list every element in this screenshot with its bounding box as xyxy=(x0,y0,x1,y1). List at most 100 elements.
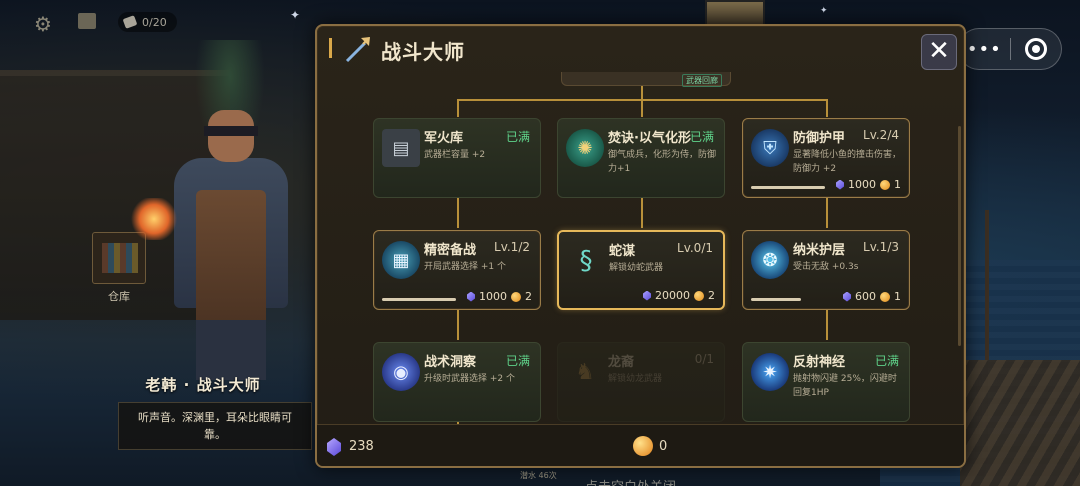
upgrade-cost: 20000 2 xyxy=(643,289,715,302)
gem-balance: 238 xyxy=(349,439,374,454)
dive-count-label: 潜水 46次 xyxy=(520,471,557,480)
npc-blacksmith-figure xyxy=(130,110,330,380)
npc-name: 老韩 · 战斗大师 xyxy=(145,376,261,394)
skill-node-dragon-heir[interactable]: ♞ 龙裔 0/1 解锁幼龙武器 xyxy=(557,342,725,422)
connector-line xyxy=(641,86,643,100)
skill-name: 精密备战 xyxy=(424,243,477,258)
skill-level: Lv.2/4 xyxy=(863,128,899,142)
skill-desc: 抛射物闪避 25%，闪避时回复1HP xyxy=(793,374,897,398)
gem-icon xyxy=(836,179,844,190)
star-icon: ✦ xyxy=(820,6,828,16)
gem-cost: 1000 xyxy=(479,290,507,303)
skill-level: 已满 xyxy=(505,354,530,368)
coin-icon xyxy=(880,179,890,190)
upgrade-cost: 1000 1 xyxy=(836,178,901,191)
gem-cost: 1000 xyxy=(848,178,876,191)
skill-level: 已满 xyxy=(874,354,899,368)
tree-scrollbar[interactable] xyxy=(958,126,961,346)
ticket-counter[interactable]: 0/20 xyxy=(118,12,177,32)
hand-flame-icon xyxy=(130,198,178,240)
skill-node-nano-layer[interactable]: ❂ 纳米护层 Lv.1/3 受击无敌 +0.3s 600 1 xyxy=(742,230,910,310)
miniprogram-capsule: ••• xyxy=(958,28,1062,70)
skill-node-defense-armor[interactable]: ⛨ 防御护甲 Lv.2/4 显著降低小鱼的撞击伤害，防御力 +2 1000 1 xyxy=(742,118,910,198)
more-menu-button[interactable]: ••• xyxy=(959,39,1010,60)
header-accent-bar xyxy=(329,38,332,58)
background-ship-mast xyxy=(985,210,989,360)
dialog-title: 战斗大师 xyxy=(381,40,465,64)
skill-name: 军火库 xyxy=(424,131,464,146)
skill-node-reflex[interactable]: ✷ 反射神经 已满 抛射物闪避 25%，闪避时回复1HP xyxy=(742,342,910,422)
skill-tree[interactable]: 武器回廊 ▤ 军火库 已满 武器栏容量 +2 ✺ 焚诀·以气化形 已满 御气成兵… xyxy=(317,72,964,424)
skill-level: 0/1 xyxy=(694,352,714,366)
skill-name: 蛇谋 xyxy=(609,244,636,259)
skill-level: Lv.1/3 xyxy=(863,240,899,254)
npc-apron xyxy=(196,190,266,330)
skill-desc: 开局武器选择 +1 个 xyxy=(424,262,506,272)
currency-footer: 238 0 xyxy=(317,424,964,466)
coin-cost: 1 xyxy=(894,290,901,303)
close-hint[interactable]: 点击空白处关闭 xyxy=(585,476,676,486)
gem-cost: 20000 xyxy=(655,289,690,302)
skill-desc: 显著降低小鱼的撞击伤害，防御力 +2 xyxy=(793,150,902,174)
skill-name: 反射神经 xyxy=(793,355,846,370)
upgrade-cost: 600 1 xyxy=(843,290,901,303)
skill-progress-bar xyxy=(382,298,456,301)
dragon-icon: ♞ xyxy=(575,359,595,385)
connector-line xyxy=(826,310,828,340)
skill-level: Lv.1/2 xyxy=(494,240,530,254)
skill-desc: 解锁幼蛇武器 xyxy=(609,263,664,273)
coin-icon xyxy=(633,436,653,456)
ticket-icon xyxy=(122,15,138,29)
exit-miniprogram-button[interactable] xyxy=(1010,38,1061,60)
skill-name: 纳米护层 xyxy=(793,243,846,258)
ticket-count: 0/20 xyxy=(142,15,167,29)
skill-name: 焚诀·以气化形 xyxy=(608,131,691,146)
skill-node-tactical-insight[interactable]: ◉ 战术洞察 已满 升级时武器选择 +2 个 xyxy=(373,342,541,422)
target-icon xyxy=(1024,38,1047,60)
skill-level: 已满 xyxy=(689,130,714,144)
npc-legs xyxy=(196,320,266,380)
skill-node-snake-scheme[interactable]: § 蛇谋 Lv.0/1 解锁幼蛇武器 20000 2 xyxy=(557,230,725,310)
skill-tree-dialog: 战斗大师 ✕ 武器回廊 ▤ 军火库 已满 武器栏容量 +2 ✺ 焚诀·以气化形 … xyxy=(315,24,966,468)
settings-gear-icon[interactable]: ⚙ xyxy=(34,12,52,36)
skill-node-armory[interactable]: ▤ 军火库 已满 武器栏容量 +2 xyxy=(373,118,541,198)
skill-desc: 解锁幼龙武器 xyxy=(608,374,663,384)
armory-icon: ▤ xyxy=(382,129,420,167)
skill-progress-bar xyxy=(751,298,801,301)
snake-icon: § xyxy=(579,246,593,276)
npc-blindfold xyxy=(204,126,258,136)
connector-line xyxy=(826,99,828,117)
skill-desc: 御气成兵，化形为侍，防御力+1 xyxy=(608,150,717,174)
coin-balance: 0 xyxy=(659,439,668,454)
connector-line xyxy=(826,198,828,228)
skill-level: 已满 xyxy=(505,130,530,144)
gem-icon xyxy=(643,290,651,301)
coin-icon xyxy=(511,291,521,302)
coin-icon xyxy=(880,291,890,302)
skill-level: Lv.0/1 xyxy=(677,241,713,255)
dialog-header: 战斗大师 ✕ xyxy=(317,26,964,72)
gem-icon xyxy=(467,291,475,302)
parent-node-stub[interactable]: 武器回廊 xyxy=(561,72,731,87)
skill-desc: 升级时武器选择 +2 个 xyxy=(424,374,515,384)
trident-icon xyxy=(345,37,370,63)
close-button[interactable]: ✕ xyxy=(921,34,957,70)
background-dock xyxy=(960,360,1080,486)
skill-name: 防御护甲 xyxy=(793,131,846,146)
nano-icon: ❂ xyxy=(751,241,789,279)
coin-cost: 2 xyxy=(525,290,532,303)
npc-head xyxy=(208,110,254,162)
skill-node-qi-form[interactable]: ✺ 焚诀·以气化形 已满 御气成兵，化形为侍，防御力+1 xyxy=(557,118,725,198)
skill-progress-bar xyxy=(751,186,825,189)
skill-node-precise-prep[interactable]: ▦ 精密备战 Lv.1/2 开局武器选择 +1 个 1000 2 xyxy=(373,230,541,310)
map-icon[interactable] xyxy=(78,13,96,29)
nerve-icon: ✷ xyxy=(751,353,789,391)
upgrade-cost: 1000 2 xyxy=(467,290,532,303)
jade-ring-icon: ✺ xyxy=(566,129,604,167)
connector-line xyxy=(641,99,643,117)
gem-icon xyxy=(843,291,851,302)
cards-icon: ▦ xyxy=(382,241,420,279)
eye-icon: ◉ xyxy=(382,353,420,391)
coin-cost: 2 xyxy=(708,289,715,302)
parent-node-tag: 武器回廊 xyxy=(682,74,722,87)
